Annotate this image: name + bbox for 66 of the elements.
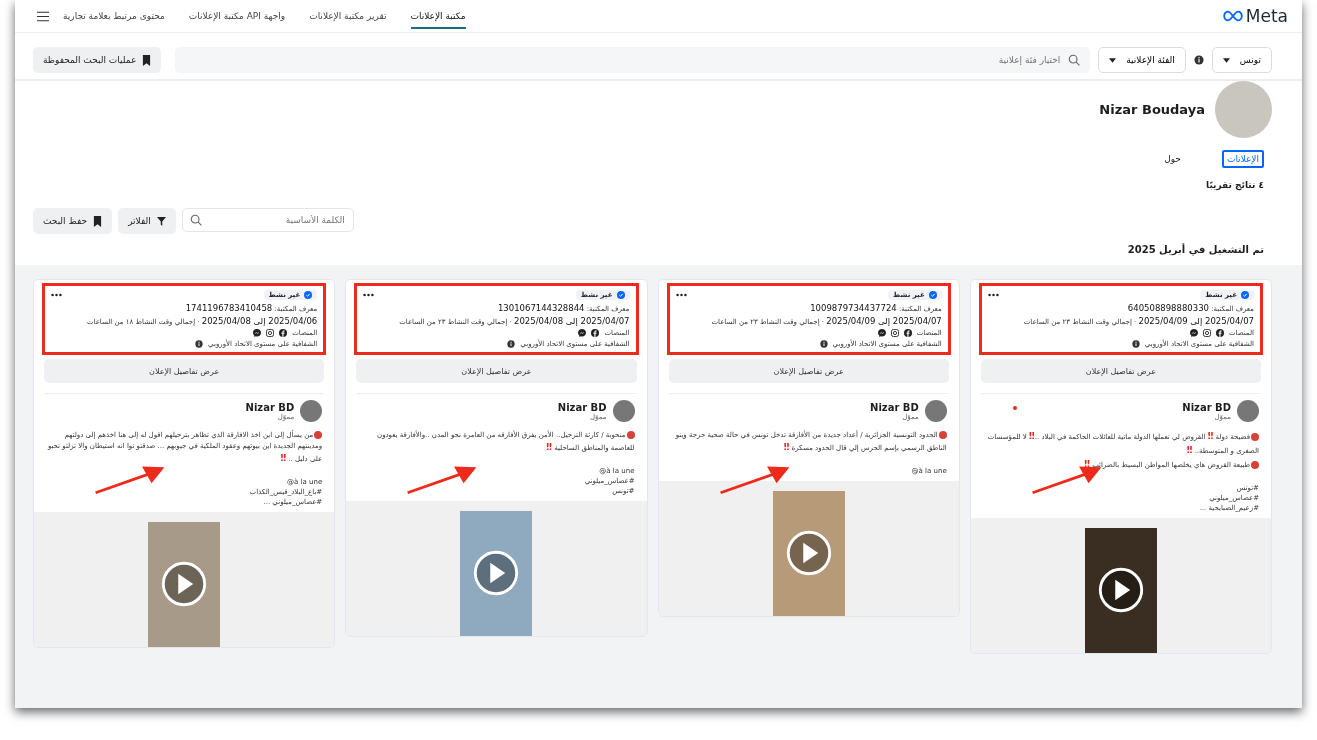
filter-icon (156, 215, 166, 227)
more-options-icon[interactable] (987, 293, 999, 297)
ad-details-button[interactable]: عرض تفاصيل الإعلان (668, 359, 949, 383)
messenger-icon (578, 329, 587, 337)
profile-name: Nizar Boudaya (1099, 102, 1205, 117)
info-icon[interactable] (1193, 55, 1204, 65)
annotation-arrow (94, 464, 166, 496)
messenger-icon (253, 329, 262, 337)
advertiser-avatar (1237, 400, 1259, 422)
country-dropdown[interactable]: تونس (1211, 47, 1272, 73)
section-title: تم التشغيل في أبريل 2025 (1126, 244, 1265, 255)
save-search-button[interactable]: حفظ البحث (33, 208, 113, 234)
advertiser-name[interactable]: Nizar BD (870, 401, 919, 413)
more-options-icon[interactable] (51, 293, 62, 297)
advertiser-name[interactable]: Nizar BD (1182, 401, 1231, 413)
info-icon[interactable] (1131, 340, 1140, 348)
video-thumbnail[interactable] (148, 521, 221, 647)
caret-icon (1109, 57, 1117, 63)
advertiser-avatar (612, 400, 635, 422)
annotation-dot (1012, 406, 1017, 410)
info-icon[interactable] (819, 340, 828, 348)
messenger-icon (1189, 329, 1198, 337)
saved-searches-button[interactable]: عمليات البحث المحفوظة (33, 47, 162, 73)
ad-details-button[interactable]: عرض تفاصيل الإعلان (44, 359, 325, 383)
caret-icon (1222, 57, 1230, 63)
facebook-icon (1215, 329, 1224, 337)
bookmark-icon (142, 54, 152, 66)
more-options-icon[interactable] (675, 293, 687, 297)
filters-button[interactable]: الفلاتر (118, 208, 176, 234)
video-thumbnail[interactable] (772, 490, 845, 616)
advertiser-name[interactable]: Nizar BD (245, 401, 295, 413)
advertiser-name[interactable]: Nizar BD (557, 401, 607, 413)
nav-tab[interactable]: تقرير مكتبة الإعلانات (309, 3, 387, 29)
meta-logo[interactable]: Meta (1221, 6, 1288, 26)
info-icon[interactable] (507, 340, 516, 348)
search-icon (1068, 54, 1081, 66)
advertiser-avatar (924, 400, 947, 422)
facebook-icon (279, 329, 288, 337)
ad-details-button[interactable]: عرض تفاصيل الإعلان (980, 359, 1261, 383)
video-thumbnail[interactable] (460, 510, 533, 636)
nav-tab[interactable]: محتوى مرتبط بعلامة تجارية (63, 3, 165, 29)
nav-tab[interactable]: واجهة API مكتبة الإعلانات (188, 3, 286, 29)
info-icon[interactable] (195, 340, 204, 348)
nav-tab[interactable]: مكتبة الإعلانات (410, 3, 466, 29)
video-thumbnail[interactable] (1084, 527, 1157, 653)
avatar (1215, 81, 1272, 138)
instagram-icon (890, 329, 899, 337)
search-field[interactable]: اختيار فئة إعلانية (175, 47, 1091, 73)
menu-icon[interactable] (37, 10, 49, 22)
ad-details-button[interactable]: عرض تفاصيل الإعلان (356, 359, 637, 383)
category-dropdown[interactable]: الفئة الإعلانية (1098, 47, 1186, 73)
instagram-icon (1202, 329, 1211, 337)
advertiser-avatar (300, 400, 323, 422)
instagram-icon (266, 329, 275, 337)
more-options-icon[interactable] (363, 293, 375, 297)
facebook-icon (903, 329, 912, 337)
messenger-icon (877, 329, 886, 337)
infinity-icon (1221, 10, 1244, 22)
profile-tab[interactable]: حول (1159, 150, 1186, 168)
search-icon (189, 214, 202, 226)
keyword-search-field[interactable]: الكلمة الأساسية (181, 208, 354, 232)
bookmark-icon (93, 215, 103, 227)
facebook-icon (591, 329, 600, 337)
results-count: ٤ نتائج تقريبًا (1205, 180, 1265, 190)
profile-tab[interactable]: الإعلانات (1221, 150, 1264, 168)
play-icon[interactable] (1097, 567, 1144, 614)
